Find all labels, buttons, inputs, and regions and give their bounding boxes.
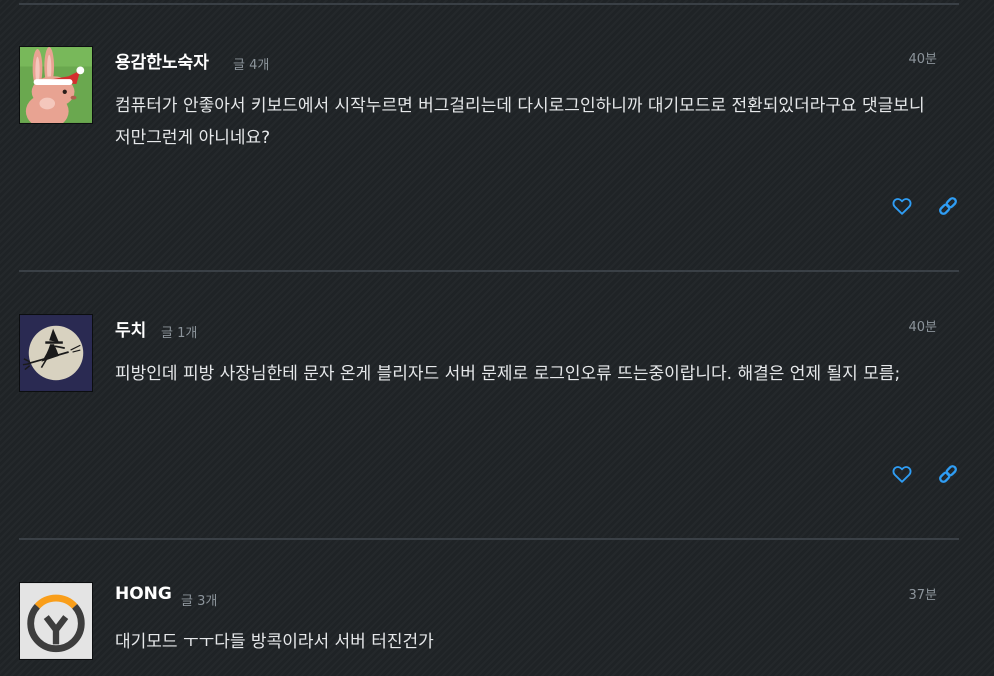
heart-icon (892, 466, 912, 483)
post-count: 글 4개 (233, 58, 270, 73)
post-count: 글 1개 (161, 326, 198, 341)
author-name[interactable]: HONG (115, 584, 172, 604)
witch-moon-icon (20, 315, 92, 391)
post-time[interactable]: 40분 (908, 48, 937, 67)
like-button[interactable] (891, 195, 913, 217)
rabbit-santa-hat-icon (20, 47, 92, 123)
post: 두치 글 1개 40분 피방인데 피방 사장님한테 문자 온게 블리자드 서버 … (0, 314, 994, 574)
like-button[interactable] (891, 463, 913, 485)
link-icon (939, 465, 957, 483)
avatar[interactable] (19, 582, 93, 660)
post-count: 글 3개 (181, 594, 218, 609)
post-divider (19, 538, 959, 540)
post: HONG 글 3개 37분 대기모드 ㅜㅜ다들 방콕이라서 서버 터진건가 (0, 582, 994, 676)
post-body: 대기모드 ㅜㅜ다들 방콕이라서 서버 터진건가 (115, 632, 434, 652)
overwatch-logo-icon (20, 583, 92, 659)
heart-icon (892, 198, 912, 215)
post: 용감한노숙자 글 4개 40분 컴퓨터가 안좋아서 키보드에서 시작누르면 버그… (0, 46, 994, 306)
post-time[interactable]: 37분 (908, 584, 937, 603)
author-name[interactable]: 두치 (115, 316, 146, 341)
post-divider (19, 270, 959, 272)
author-name[interactable]: 용감한노숙자 (115, 48, 209, 73)
post-time[interactable]: 40분 (908, 316, 937, 335)
avatar[interactable] (19, 46, 93, 124)
post-body: 피방인데 피방 사장님한테 문자 온게 블리자드 서버 문제로 로그인오류 뜨는… (115, 364, 901, 384)
link-icon (939, 197, 957, 215)
avatar[interactable] (19, 314, 93, 392)
share-link-button[interactable] (937, 463, 959, 485)
post-body: 컴퓨터가 안좋아서 키보드에서 시작누르면 버그걸리는데 다시로그인하니까 대기… (115, 96, 925, 148)
share-link-button[interactable] (937, 195, 959, 217)
post-divider (19, 3, 959, 5)
